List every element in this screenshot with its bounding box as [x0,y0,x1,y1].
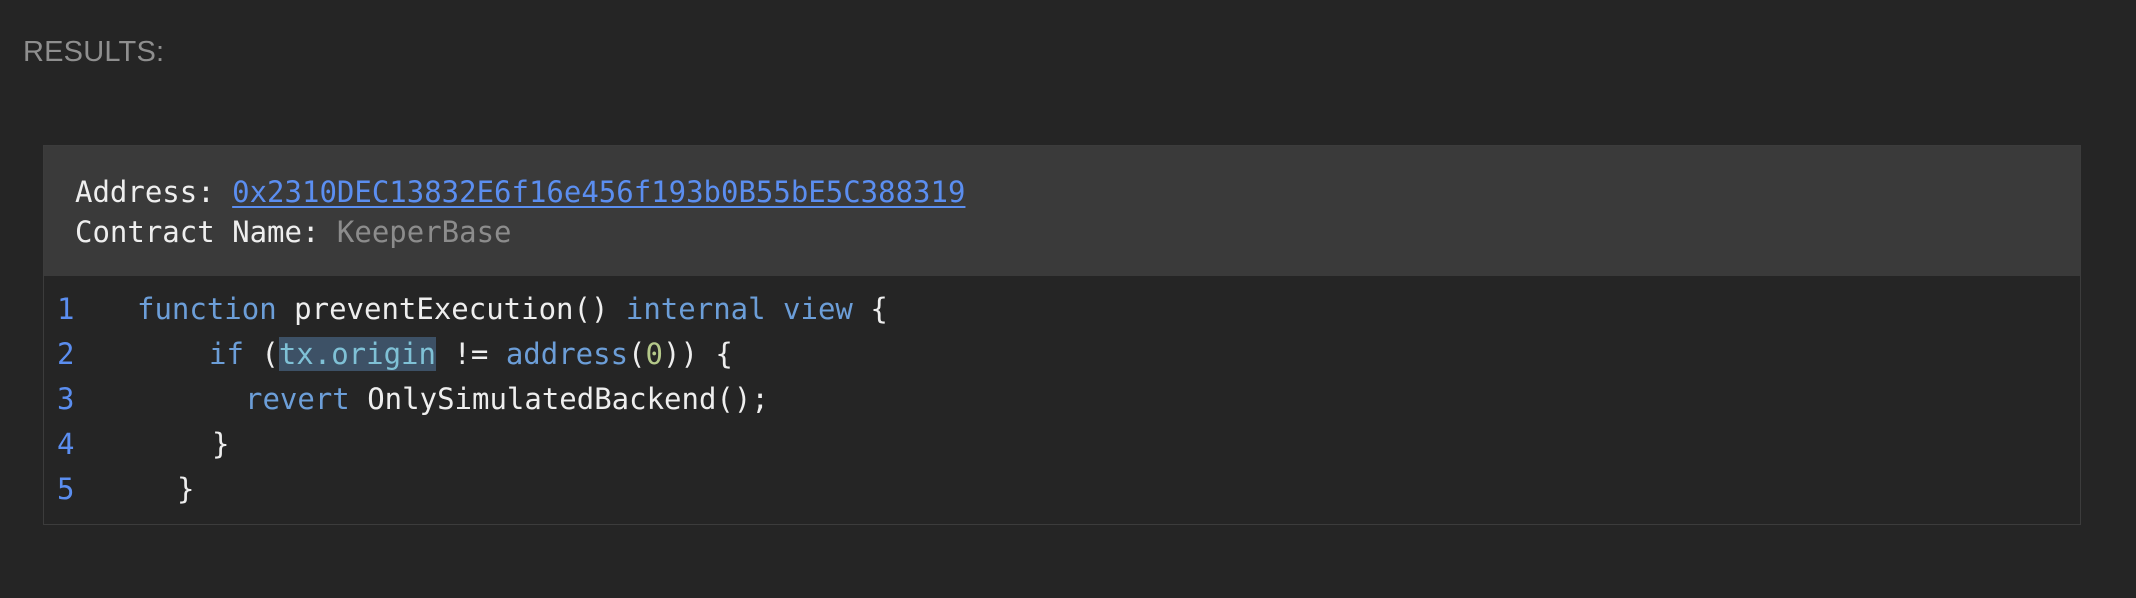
line-number: 3 [57,382,75,416]
token-paren: ( [243,337,279,371]
code-text: function preventExecution() internal vie… [137,287,888,332]
function-signature: preventExecution() [276,292,626,326]
token-open-paren: ( [628,337,646,371]
token-close: )) { [662,337,733,371]
contract-info-header: Address: 0x2310DEC13832E6f16e456f193b0B5… [44,146,2080,276]
code-line: 5 } [44,467,2080,512]
code-text: } [177,467,194,512]
contract-name-row: Contract Name: KeeperBase [75,212,2080,252]
token-revert-call: OnlySimulatedBackend(); [349,382,769,416]
line-number: 2 [57,337,75,371]
code-text: revert OnlySimulatedBackend(); [245,377,769,422]
keyword-if: if [209,337,244,371]
token-close-brace: } [177,472,195,506]
address-row: Address: 0x2310DEC13832E6f16e456f193b0B5… [75,172,2080,212]
contract-name-label: Contract Name: [75,215,337,249]
line-number: 4 [57,427,75,461]
code-line: 4 } [44,422,2080,467]
line-number: 5 [57,472,75,506]
line-number: 1 [57,292,75,326]
keyword-internal: internal [625,292,766,326]
number-literal: 0 [645,337,663,371]
code-line: 1 function preventExecution() internal v… [44,287,2080,332]
keyword-view: view [783,292,853,326]
token-open-brace: { [852,292,888,326]
code-viewer: 1 function preventExecution() internal v… [44,276,2080,512]
keyword-address: address [505,337,629,371]
address-link[interactable]: 0x2310DEC13832E6f16e456f193b0B55bE5C3883… [232,175,965,209]
result-card: Address: 0x2310DEC13832E6f16e456f193b0B5… [43,145,2081,525]
token-operator: != [435,337,506,371]
code-text: if (tx.origin != address(0)) { [209,332,733,377]
contract-name-value: KeeperBase [336,215,512,249]
address-label: Address: [75,175,233,209]
keyword-revert: revert [245,382,350,416]
code-line: 3 revert OnlySimulatedBackend(); [44,377,2080,422]
keyword-function: function [137,292,277,326]
results-heading: RESULTS: [23,36,165,68]
token-close-brace: } [212,427,230,461]
code-line: 2 if (tx.origin != address(0)) { [44,332,2080,377]
highlighted-match: tx.origin [278,337,436,371]
page: RESULTS: Address: 0x2310DEC13832E6f16e45… [0,0,2136,598]
code-text: } [212,422,229,467]
